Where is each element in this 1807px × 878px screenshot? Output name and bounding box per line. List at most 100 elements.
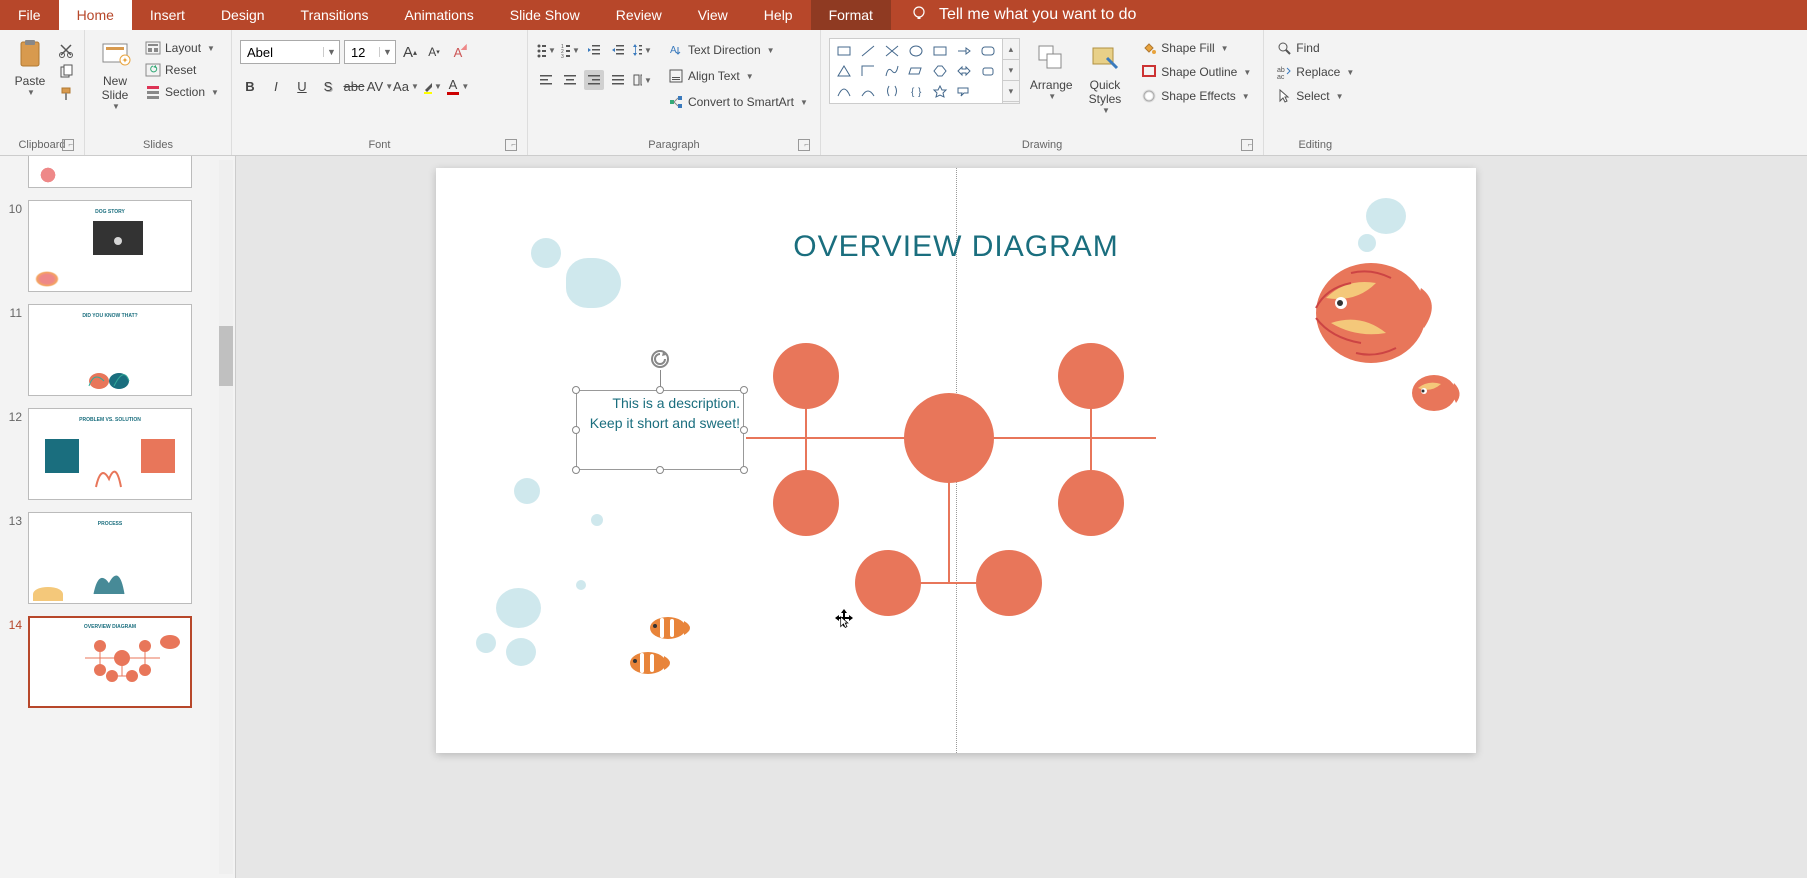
bubble-decoration: [476, 633, 496, 653]
thumb-partial-9[interactable]: [6, 156, 227, 188]
arrange-icon: [1035, 42, 1067, 74]
resize-handle[interactable]: [572, 466, 580, 474]
font-size-combo[interactable]: ▼: [344, 40, 396, 64]
replace-button[interactable]: abacReplace▼: [1272, 62, 1358, 82]
tab-review[interactable]: Review: [598, 0, 680, 30]
tab-slideshow[interactable]: Slide Show: [492, 0, 598, 30]
bubble-decoration: [514, 478, 540, 504]
bold-button[interactable]: B: [240, 76, 260, 96]
resize-handle[interactable]: [740, 386, 748, 394]
text-direction-button[interactable]: AText Direction▼: [664, 40, 812, 60]
decrease-font-button[interactable]: A▾: [424, 42, 444, 62]
bullets-button[interactable]: ▼: [536, 40, 556, 60]
tab-format[interactable]: Format: [811, 0, 891, 30]
resize-handle[interactable]: [572, 386, 580, 394]
align-center-button[interactable]: [560, 70, 580, 90]
resize-handle[interactable]: [656, 466, 664, 474]
font-name-combo[interactable]: ▼: [240, 40, 340, 64]
textbox-content[interactable]: This is a description. Keep it short and…: [580, 394, 740, 466]
thumbnails-scrollbar[interactable]: [217, 156, 235, 878]
paste-button[interactable]: Paste ▼: [8, 34, 52, 101]
font-name-input[interactable]: [241, 45, 323, 60]
find-button[interactable]: Find: [1272, 38, 1323, 58]
chevron-down-icon[interactable]: ▼: [379, 47, 395, 57]
numbering-button[interactable]: 123▼: [560, 40, 580, 60]
shapes-scroll[interactable]: ▴▾▾: [1003, 38, 1020, 104]
text-direction-label: Text Direction: [688, 43, 761, 57]
tab-insert[interactable]: Insert: [132, 0, 203, 30]
description-textbox[interactable]: This is a description. Keep it short and…: [576, 390, 744, 470]
reset-button[interactable]: Reset: [141, 60, 223, 80]
chevron-down-icon: ▼: [385, 82, 393, 91]
layout-button[interactable]: Layout▼: [141, 38, 223, 58]
bubble-decoration: [531, 238, 561, 268]
quick-styles-button[interactable]: Quick Styles▼: [1083, 38, 1128, 119]
align-left-button[interactable]: [536, 70, 556, 90]
align-text-button[interactable]: Align Text▼: [664, 66, 812, 86]
chevron-down-icon: ▼: [27, 88, 35, 97]
tab-transitions[interactable]: Transitions: [283, 0, 387, 30]
font-size-input[interactable]: [345, 45, 379, 60]
chevron-down-icon: ▼: [644, 46, 652, 55]
convert-smartart-button[interactable]: Convert to SmartArt▼: [664, 92, 812, 112]
group-slides: ✦ New Slide ▼ Layout▼ Reset Section▼ Sli…: [85, 30, 232, 155]
dialog-launcher-icon[interactable]: ⌐: [1241, 139, 1253, 151]
align-text-icon: [668, 68, 684, 84]
shape-effects-button[interactable]: Shape Effects▼: [1137, 86, 1255, 106]
resize-handle[interactable]: [656, 386, 664, 394]
increase-indent-button[interactable]: [608, 40, 628, 60]
dialog-launcher-icon[interactable]: ⌐: [798, 139, 810, 151]
tab-file[interactable]: File: [0, 0, 59, 30]
arrange-button[interactable]: Arrange▼: [1024, 38, 1079, 105]
tab-home[interactable]: Home: [59, 0, 132, 30]
resize-handle[interactable]: [572, 426, 580, 434]
tab-view[interactable]: View: [680, 0, 746, 30]
italic-button[interactable]: I: [266, 76, 286, 96]
clear-formatting-button[interactable]: A◢: [448, 42, 468, 62]
slide-canvas[interactable]: OVERVIEW DIAGRAM: [236, 156, 1807, 878]
thumb-13[interactable]: 13 PROCESS: [6, 512, 227, 604]
tab-help[interactable]: Help: [746, 0, 811, 30]
font-color-button[interactable]: A▼: [448, 76, 468, 96]
tab-animations[interactable]: Animations: [386, 0, 491, 30]
align-right-button[interactable]: [584, 70, 604, 90]
thumb-11[interactable]: 11 DID YOU KNOW THAT?: [6, 304, 227, 396]
rotate-handle[interactable]: [651, 350, 669, 368]
dialog-launcher-icon[interactable]: ⌐: [62, 139, 74, 151]
shape-fill-button[interactable]: Shape Fill▼: [1137, 38, 1255, 58]
line-spacing-button[interactable]: ▼: [632, 40, 652, 60]
tab-design[interactable]: Design: [203, 0, 283, 30]
chevron-down-icon[interactable]: ▼: [323, 47, 339, 57]
thumb-14[interactable]: 14 OVERVIEW DIAGRAM: [6, 616, 227, 708]
strikethrough-button[interactable]: abc: [344, 76, 364, 96]
thumb-number: 10: [6, 200, 28, 216]
decrease-indent-button[interactable]: [584, 40, 604, 60]
format-painter-button[interactable]: [56, 84, 76, 104]
character-spacing-button[interactable]: AV▼: [370, 76, 390, 96]
slide[interactable]: OVERVIEW DIAGRAM: [436, 168, 1476, 753]
justify-button[interactable]: [608, 70, 628, 90]
cut-button[interactable]: [56, 40, 76, 60]
shapes-gallery[interactable]: {}: [829, 38, 1003, 104]
columns-button[interactable]: ▼: [632, 70, 652, 90]
change-case-button[interactable]: Aa▼: [396, 76, 416, 96]
new-slide-button[interactable]: ✦ New Slide ▼: [93, 34, 137, 115]
tell-me-search[interactable]: Tell me what you want to do: [911, 0, 1136, 30]
shape-outline-button[interactable]: Shape Outline▼: [1137, 62, 1255, 82]
svg-text:✦: ✦: [122, 56, 129, 65]
thumb-12[interactable]: 12 PROBLEM VS. SOLUTION: [6, 408, 227, 500]
select-button[interactable]: Select▼: [1272, 86, 1347, 106]
underline-button[interactable]: U: [292, 76, 312, 96]
resize-handle[interactable]: [740, 426, 748, 434]
copy-button[interactable]: [56, 62, 76, 82]
increase-font-button[interactable]: A▴: [400, 42, 420, 62]
resize-handle[interactable]: [740, 466, 748, 474]
shadow-button[interactable]: S: [318, 76, 338, 96]
highlight-button[interactable]: ▼: [422, 76, 442, 96]
chevron-down-icon: ▼: [767, 46, 775, 55]
section-button[interactable]: Section▼: [141, 82, 223, 102]
editing-group-label: Editing: [1272, 137, 1358, 153]
thumb-10[interactable]: 10 DOG STORY: [6, 200, 227, 292]
dialog-launcher-icon[interactable]: ⌐: [505, 139, 517, 151]
quick-styles-icon: [1089, 42, 1121, 74]
